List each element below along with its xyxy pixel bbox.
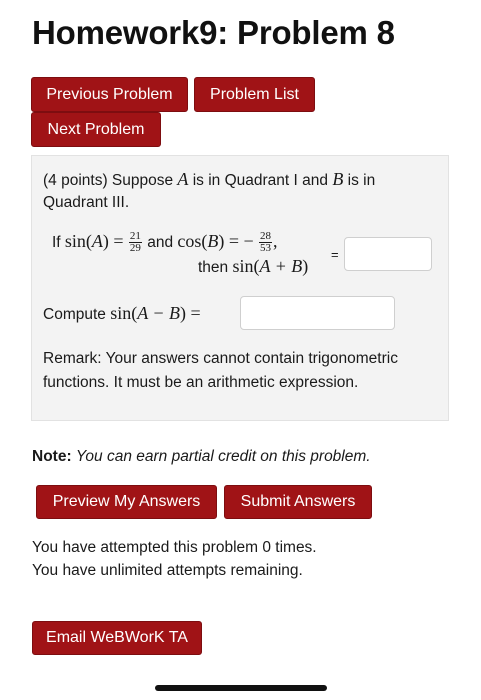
note-text: You can earn partial credit on this prob… bbox=[75, 448, 371, 465]
equals-sign: = bbox=[331, 247, 339, 262]
remark-line1: Remark: Your answers cannot contain trig… bbox=[43, 350, 398, 367]
fraction-28-53: 28 53 bbox=[258, 231, 272, 255]
preview-answers-button[interactable]: Preview My Answers bbox=[36, 485, 217, 519]
sin-sum-close: ) bbox=[302, 256, 309, 276]
diff-expression: A − B bbox=[137, 303, 181, 323]
problem-list-button[interactable]: Problem List bbox=[194, 77, 315, 112]
attempts-text: You have attempted this problem 0 times. bbox=[32, 539, 317, 556]
note-label: Note: bbox=[32, 448, 72, 465]
previous-problem-button[interactable]: Previous Problem bbox=[31, 77, 188, 112]
sum-expression: A + B bbox=[259, 256, 303, 276]
sin-a-open: sin( bbox=[64, 231, 92, 251]
then-line: then sin(A + B) bbox=[198, 256, 308, 277]
compute-text: Compute bbox=[43, 306, 111, 323]
page-title: Homework9: Problem 8 bbox=[32, 14, 395, 51]
sin-a-close: ) = bbox=[102, 231, 124, 251]
given-if: If bbox=[52, 234, 65, 251]
compute-line: Compute sin(A − B) = bbox=[43, 303, 201, 324]
cos-b-close: ) = − bbox=[218, 231, 254, 251]
answer-sin-a-minus-b-input[interactable] bbox=[240, 296, 395, 330]
fraction-21-29: 21 29 bbox=[128, 231, 142, 255]
variable-b: B bbox=[332, 169, 344, 189]
problem-intro-line2: Quadrant III. bbox=[43, 194, 130, 211]
remark-line2: functions. It must be an arithmetic expr… bbox=[43, 374, 359, 391]
sin-diff-close: ) = bbox=[180, 303, 201, 323]
intro-text-b: is in Quadrant I and bbox=[188, 172, 333, 189]
then-text: then bbox=[198, 259, 233, 276]
given-line: If sin(A) = 21 29 and cos(B) = − 28 53, bbox=[52, 231, 277, 254]
sin-sum-open: sin( bbox=[232, 256, 260, 276]
email-ta-button[interactable]: Email WeBWorK TA bbox=[32, 621, 202, 655]
sin-diff-open: sin( bbox=[110, 303, 138, 323]
home-indicator bbox=[155, 685, 327, 691]
variable-a: A bbox=[177, 169, 189, 189]
sin-a-var: A bbox=[91, 231, 103, 251]
comma: , bbox=[272, 231, 278, 251]
answer-sin-a-plus-b-input[interactable] bbox=[344, 237, 432, 271]
intro-text-a: (4 points) Suppose bbox=[43, 172, 178, 189]
partial-credit-note: Note: You can earn partial credit on thi… bbox=[32, 448, 371, 466]
webwork-problem-page: Homework9: Problem 8 Previous Problem Pr… bbox=[0, 0, 481, 700]
given-and: and bbox=[142, 234, 178, 251]
problem-intro-line1: (4 points) Suppose A is in Quadrant I an… bbox=[43, 169, 375, 190]
next-problem-button[interactable]: Next Problem bbox=[31, 112, 161, 147]
frac2-denominator: 53 bbox=[259, 242, 271, 255]
remaining-attempts-text: You have unlimited attempts remaining. bbox=[32, 562, 303, 579]
intro-text-c: is in bbox=[343, 172, 376, 189]
frac1-denominator: 29 bbox=[129, 242, 141, 255]
submit-answers-button[interactable]: Submit Answers bbox=[224, 485, 372, 519]
cos-b-var: B bbox=[207, 231, 219, 251]
cos-b-open: cos( bbox=[177, 231, 208, 251]
